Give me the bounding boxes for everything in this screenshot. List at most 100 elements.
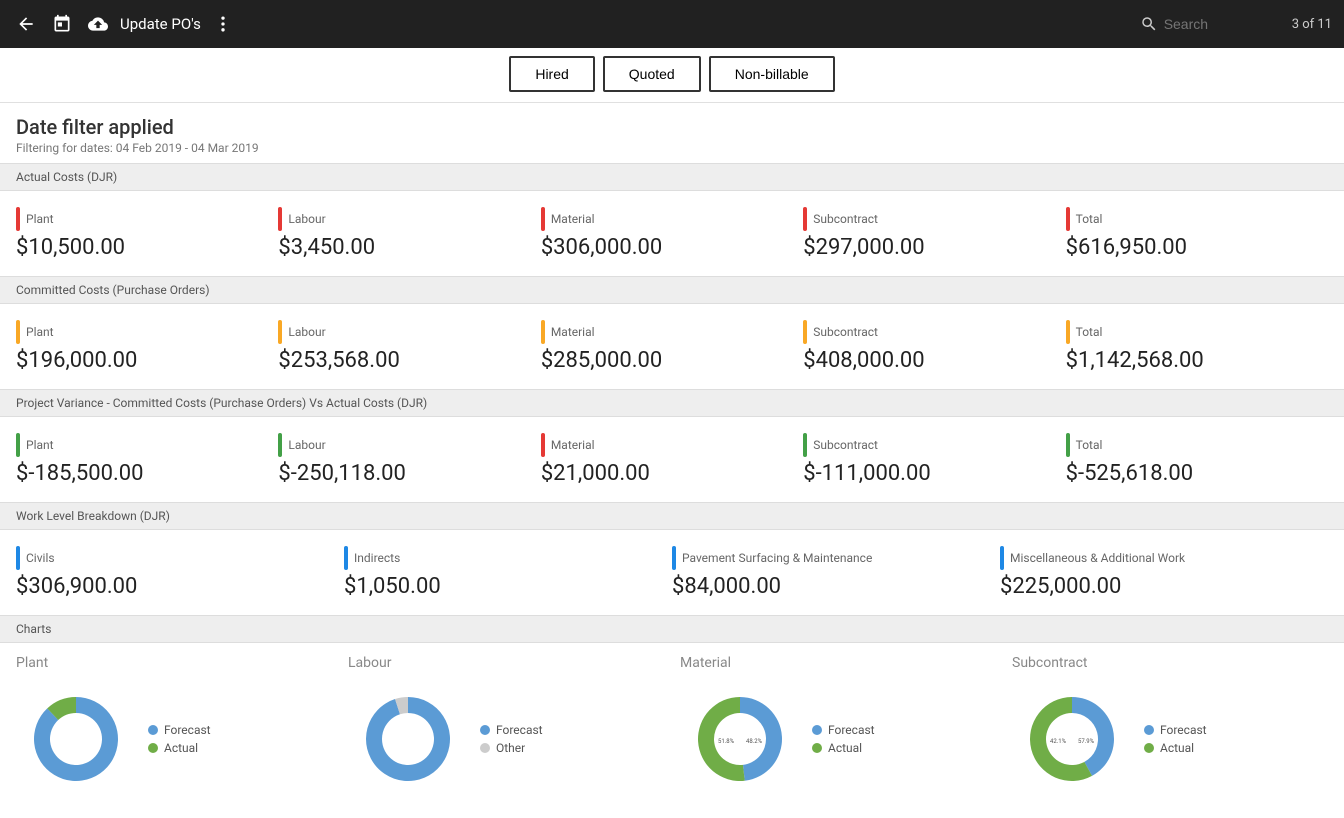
cost-label: Total (1066, 320, 1316, 344)
chart-wrapper: Forecast Actual (16, 679, 211, 799)
cost-bar-indicator (803, 320, 807, 344)
work-item: Civils $306,900.00 (16, 546, 344, 599)
chart-legend: Forecast Actual (1144, 723, 1207, 755)
work-level-header: Work Level Breakdown (DJR) (0, 502, 1344, 530)
upload-icon[interactable] (84, 10, 112, 38)
donut-chart-svg: 42.1% 57.9% (1012, 679, 1132, 799)
cost-bar-indicator (803, 207, 807, 231)
cost-label-text: Subcontract (813, 438, 878, 452)
cost-bar-indicator (803, 433, 807, 457)
legend-dot (148, 725, 158, 735)
cost-item: Subcontract $-111,000.00 (803, 433, 1065, 486)
back-button[interactable] (12, 10, 40, 38)
cost-label-text: Plant (26, 325, 54, 339)
work-label-text: Miscellaneous & Additional Work (1010, 551, 1185, 565)
cost-bar-indicator (541, 433, 545, 457)
cost-bar-indicator (1066, 433, 1070, 457)
cost-value: $21,000.00 (541, 461, 791, 486)
legend-dot (812, 725, 822, 735)
cost-item: Total $616,950.00 (1066, 207, 1328, 260)
project-variance-grid: Plant $-185,500.00 Labour $-250,118.00 M… (16, 417, 1328, 502)
chart-legend: Forecast Actual (148, 723, 211, 755)
work-item: Pavement Surfacing & Maintenance $84,000… (672, 546, 1000, 599)
cost-label-text: Material (551, 212, 595, 226)
tab-non-billable[interactable]: Non-billable (709, 56, 835, 92)
work-item: Indirects $1,050.00 (344, 546, 672, 599)
cost-value: $-250,118.00 (278, 461, 528, 486)
tab-hired[interactable]: Hired (509, 56, 594, 92)
cost-bar-indicator (541, 207, 545, 231)
cost-item: Subcontract $408,000.00 (803, 320, 1065, 373)
cost-item: Plant $-185,500.00 (16, 433, 278, 486)
page-title: Update PO's (120, 15, 201, 33)
chart-title: Plant (16, 655, 48, 671)
more-options-icon[interactable] (209, 10, 237, 38)
cost-item: Total $-525,618.00 (1066, 433, 1328, 486)
cost-item: Total $1,142,568.00 (1066, 320, 1328, 373)
work-item: Miscellaneous & Additional Work $225,000… (1000, 546, 1328, 599)
top-bar: Update PO's 3 of 11 (0, 0, 1344, 48)
cost-bar-indicator (278, 207, 282, 231)
cost-bar-indicator (16, 207, 20, 231)
tab-row: Hired Quoted Non-billable (0, 48, 1344, 103)
cost-bar-indicator (541, 320, 545, 344)
legend-label: Actual (1160, 741, 1194, 755)
committed-costs-header: Committed Costs (Purchase Orders) (0, 276, 1344, 304)
committed-costs-grid: Plant $196,000.00 Labour $253,568.00 Mat… (16, 304, 1328, 389)
cost-bar-indicator (278, 320, 282, 344)
cost-label: Total (1066, 207, 1316, 231)
cost-label-text: Plant (26, 212, 54, 226)
work-value: $84,000.00 (672, 574, 988, 599)
chart-legend: Forecast Other (480, 723, 543, 755)
work-label-text: Indirects (354, 551, 400, 565)
cost-label: Plant (16, 320, 266, 344)
work-label: Miscellaneous & Additional Work (1000, 546, 1316, 570)
work-value: $1,050.00 (344, 574, 660, 599)
cost-label: Labour (278, 320, 528, 344)
cost-item: Labour $-250,118.00 (278, 433, 540, 486)
legend-item: Other (480, 741, 543, 755)
legend-item: Forecast (148, 723, 211, 737)
cost-label: Subcontract (803, 207, 1053, 231)
cost-item: Labour $253,568.00 (278, 320, 540, 373)
svg-text:48.2%: 48.2% (746, 738, 763, 745)
legend-dot (1144, 743, 1154, 753)
charts-header: Charts (0, 615, 1344, 643)
work-label: Indirects (344, 546, 660, 570)
chart-item: Subcontract 42.1% 57.9% Forecast Actual (1012, 655, 1328, 799)
cost-label-text: Plant (26, 438, 54, 452)
legend-dot (1144, 725, 1154, 735)
tab-quoted[interactable]: Quoted (603, 56, 701, 92)
cost-label-text: Subcontract (813, 325, 878, 339)
svg-text:51.8%: 51.8% (718, 738, 735, 745)
legend-dot (480, 743, 490, 753)
cost-value: $616,950.00 (1066, 235, 1316, 260)
cost-label-text: Material (551, 325, 595, 339)
cost-value: $196,000.00 (16, 348, 266, 373)
cost-label-text: Material (551, 438, 595, 452)
legend-label: Forecast (164, 723, 211, 737)
legend-label: Forecast (1160, 723, 1207, 737)
work-label-text: Civils (26, 551, 55, 565)
chart-legend: Forecast Actual (812, 723, 875, 755)
legend-item: Forecast (1144, 723, 1207, 737)
date-filter-subtitle: Filtering for dates: 04 Feb 2019 - 04 Ma… (16, 141, 1328, 155)
cost-bar-indicator (16, 320, 20, 344)
actual-costs-header: Actual Costs (DJR) (0, 163, 1344, 191)
calendar-icon[interactable] (48, 10, 76, 38)
cost-value: $253,568.00 (278, 348, 528, 373)
cost-label: Material (541, 433, 791, 457)
legend-label: Actual (164, 741, 198, 755)
search-input[interactable] (1164, 16, 1284, 32)
cost-label: Material (541, 320, 791, 344)
cost-value: $408,000.00 (803, 348, 1053, 373)
legend-item: Forecast (812, 723, 875, 737)
cost-label: Plant (16, 433, 266, 457)
actual-costs-grid: Plant $10,500.00 Labour $3,450.00 Materi… (16, 191, 1328, 276)
project-variance-header: Project Variance - Committed Costs (Purc… (0, 389, 1344, 417)
donut-segment-forecast (1072, 697, 1114, 776)
chart-item: Labour Forecast Other (348, 655, 664, 799)
legend-label: Forecast (828, 723, 875, 737)
cost-value: $-111,000.00 (803, 461, 1053, 486)
cost-bar-indicator (1066, 320, 1070, 344)
